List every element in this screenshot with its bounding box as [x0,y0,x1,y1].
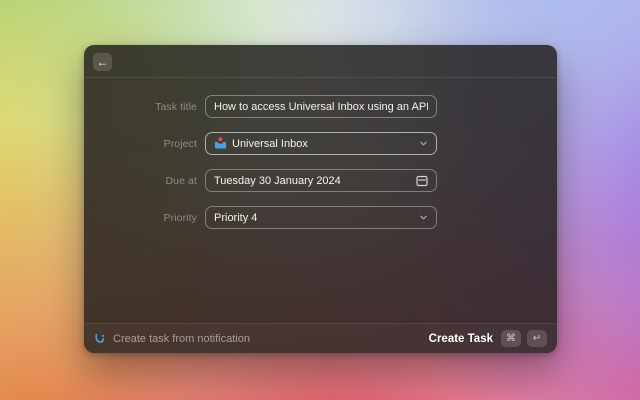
inbox-icon [214,137,227,150]
create-task-dialog: ← Task title Project Universal Inbox Due… [84,45,557,353]
create-task-button[interactable]: Create Task [429,333,493,345]
form-row-project: Project Universal Inbox [84,132,557,155]
chevron-down-icon [419,139,428,148]
back-arrow-icon: ← [97,56,109,68]
chevron-down-icon [419,213,428,222]
task-title-label: Task title [84,101,197,113]
form-row-due-at: Due at Tuesday 30 January 2024 [84,169,557,192]
footer-hint-text: Create task from notification [113,333,250,345]
return-key-icon: ↵ [527,330,547,347]
form-row-priority: Priority Priority 4 [84,206,557,229]
priority-label: Priority [84,212,197,224]
due-at-label: Due at [84,175,197,187]
project-select-value: Universal Inbox [232,138,414,150]
task-title-input[interactable] [205,95,437,118]
calendar-icon[interactable] [416,175,428,187]
dialog-footer: Create task from notification Create Tas… [84,323,557,353]
due-date-field[interactable]: Tuesday 30 January 2024 [205,169,437,192]
project-label: Project [84,138,197,150]
priority-select[interactable]: Priority 4 [205,206,437,229]
task-form: Task title Project Universal Inbox Due a… [84,78,557,243]
project-select[interactable]: Universal Inbox [205,132,437,155]
back-button[interactable]: ← [93,53,112,71]
dialog-header: ← [84,45,557,78]
due-date-value: Tuesday 30 January 2024 [214,175,411,187]
footer-actions: Create Task ⌘ ↵ [429,330,547,347]
form-row-task-title: Task title [84,95,557,118]
priority-select-value: Priority 4 [214,212,414,224]
command-key-icon: ⌘ [501,330,521,347]
universal-inbox-logo-icon [94,333,105,344]
